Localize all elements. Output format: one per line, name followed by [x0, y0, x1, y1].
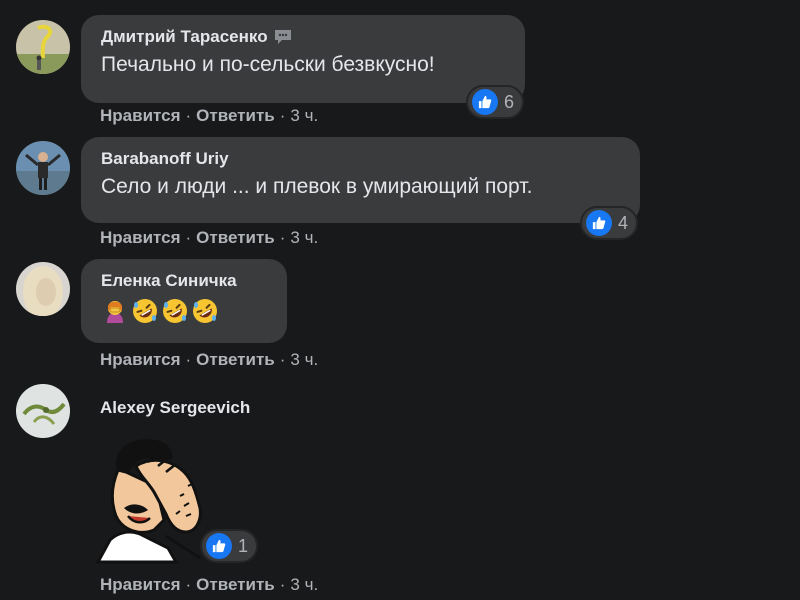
like-icon [206, 533, 232, 559]
avatar[interactable] [16, 20, 70, 74]
separator: · [279, 575, 286, 594]
author-name[interactable]: Alexey Sergeevich [100, 398, 250, 418]
like-icon [472, 89, 498, 115]
comment-bubble: Barabanoff Uriy Село и люди ... и плевок… [81, 137, 640, 223]
reply-link[interactable]: Ответить [196, 350, 275, 370]
author-name[interactable]: Barabanoff Uriy [101, 149, 229, 169]
avatar[interactable] [16, 141, 70, 195]
rolling-on-floor-laughing-emoji [163, 299, 187, 323]
like-link[interactable]: Нравится [100, 575, 181, 595]
separator: · [279, 228, 286, 247]
rolling-on-floor-laughing-emoji [133, 299, 157, 323]
separator: · [279, 106, 286, 125]
like-icon [586, 210, 612, 236]
avatar[interactable] [16, 262, 70, 316]
like-link[interactable]: Нравится [100, 350, 181, 370]
author-name[interactable]: Еленка Синичка [101, 271, 237, 291]
comment-actions: Нравится · Ответить · 3 ч. [100, 575, 318, 595]
reply-link[interactable]: Ответить [196, 575, 275, 595]
separator: · [185, 350, 192, 369]
timestamp[interactable]: 3 ч. [290, 228, 318, 248]
chat-bubble-icon [273, 28, 293, 46]
comment-text: Село и люди ... и плевок в умирающий пор… [101, 175, 533, 198]
comment-actions: Нравится · Ответить · 3 ч. [100, 350, 318, 370]
timestamp[interactable]: 3 ч. [290, 350, 318, 370]
timestamp[interactable]: 3 ч. [290, 575, 318, 595]
reply-link[interactable]: Ответить [196, 106, 275, 126]
comment-bubble: Еленка Синичка [81, 259, 287, 343]
emoji-row [101, 297, 267, 325]
reaction-summary[interactable]: 6 [466, 85, 525, 119]
separator: · [279, 350, 286, 369]
separator: · [185, 106, 192, 125]
comment-bubble: Дмитрий Тарасенко Печально и по-сельски … [81, 15, 525, 103]
reaction-count: 4 [618, 212, 629, 233]
reaction-summary[interactable]: 4 [580, 206, 639, 240]
rolling-on-floor-laughing-emoji [193, 299, 217, 323]
comment-actions: Нравится · Ответить · 3 ч. [100, 228, 318, 248]
author-header: Alexey Sergeevich [100, 398, 250, 418]
timestamp[interactable]: 3 ч. [290, 106, 318, 126]
separator: · [185, 575, 192, 594]
like-link[interactable]: Нравится [100, 106, 181, 126]
comment-actions: Нравится · Ответить · 3 ч. [100, 106, 318, 126]
author-name[interactable]: Дмитрий Тарасенко [101, 27, 268, 47]
facepalm-sticker[interactable] [95, 436, 214, 564]
woman-facepalming-emoji [107, 301, 123, 323]
reaction-summary[interactable]: 1 [200, 529, 259, 563]
reaction-count: 1 [238, 535, 249, 556]
like-link[interactable]: Нравится [100, 228, 181, 248]
reply-link[interactable]: Ответить [196, 228, 275, 248]
comment-text: Печально и по-сельски безвкусно! [101, 53, 435, 76]
reaction-count: 6 [504, 91, 515, 112]
avatar[interactable] [16, 384, 70, 438]
separator: · [185, 228, 192, 247]
